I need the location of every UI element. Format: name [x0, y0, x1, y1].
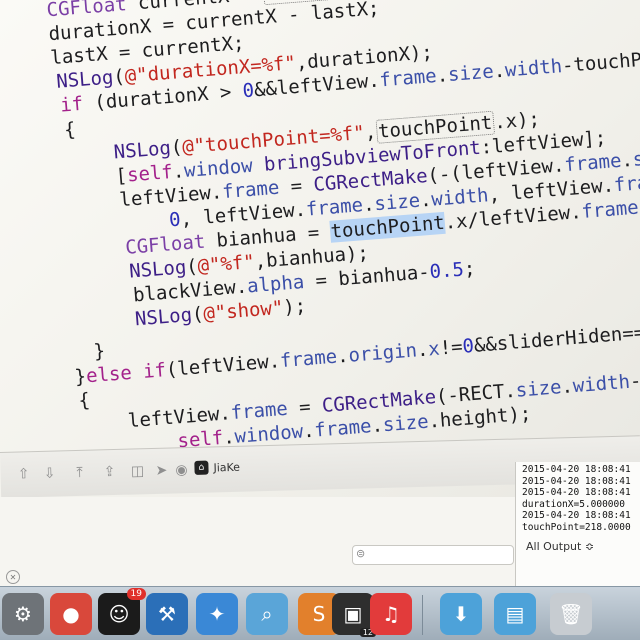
- code-token: width: [572, 370, 631, 398]
- preview-glyph: ⌕: [261, 602, 273, 626]
- code-line[interactable]: }: [47, 340, 106, 366]
- instruments-glyph: ✦: [208, 602, 226, 626]
- sublime-text-glyph: S: [312, 602, 326, 626]
- code-token: width: [430, 184, 490, 211]
- console-line: 2015-04-20 18:08:41: [522, 487, 631, 498]
- code-token: frame: [305, 194, 364, 221]
- step-over-icon[interactable]: ⇩: [40, 465, 58, 482]
- step-out-icon[interactable]: ⇪: [100, 464, 118, 480]
- code-token: width: [504, 55, 563, 82]
- code-token: origin: [347, 339, 418, 367]
- app-icon: ⌂: [194, 460, 209, 475]
- code-token: 0.5: [428, 258, 465, 284]
- console-line: touchPoint=218.0000: [522, 521, 631, 533]
- xcode-glyph: ⚒: [158, 602, 176, 626]
- console-line: 2015-04-20 18:08:41: [522, 475, 631, 487]
- filter-icon: ⊜: [356, 547, 366, 560]
- console-line: 2015-04-20 18:08:41: [522, 510, 631, 521]
- code-token: .x);: [493, 108, 541, 134]
- code-token: &&sliderHiden==: [473, 321, 640, 357]
- code-token: size: [382, 410, 430, 437]
- app-name: JiaKe: [213, 460, 241, 474]
- code-token: }: [51, 365, 87, 391]
- console-line: durationX=5.000000: [522, 498, 625, 510]
- system-preferences-glyph: ⚙: [14, 602, 32, 626]
- view-hierarchy-icon[interactable]: ◫: [128, 463, 146, 479]
- qq-glyph: ☺: [108, 602, 130, 626]
- code-token: @"show": [202, 296, 285, 325]
- code-token: (leftView.: [165, 350, 281, 382]
- code-token: ;: [462, 257, 477, 281]
- code-token: size: [514, 376, 563, 402]
- code-token: =: [286, 395, 323, 420]
- preview-icon[interactable]: ⌕: [246, 593, 288, 635]
- code-token: }: [47, 339, 106, 367]
- code-token: frame: [378, 65, 438, 92]
- downloads-folder-icon[interactable]: ⬇: [440, 593, 482, 635]
- documents-folder-glyph: ▤: [505, 602, 525, 626]
- camera-icon[interactable]: ◉: [172, 462, 190, 478]
- code-token: =: [278, 174, 315, 199]
- notification-badge: 19: [126, 588, 146, 600]
- code-token: );: [282, 294, 307, 319]
- code-token: {: [17, 118, 77, 145]
- code-token: {: [54, 389, 91, 414]
- code-token: if: [13, 92, 84, 121]
- code-token: frame: [313, 415, 373, 442]
- code-line[interactable]: {: [17, 118, 77, 145]
- code-token: frame: [279, 345, 338, 373]
- code-editor[interactable]: CGFloat currentX = touchPoint.x; duratio…: [0, 0, 640, 452]
- itunes-glyph: ♫: [382, 602, 400, 626]
- downloads-folder-glyph: ⬇: [452, 602, 470, 626]
- code-token: frame: [580, 196, 640, 223]
- code-token: size: [373, 189, 421, 216]
- documents-folder-icon[interactable]: ▤: [494, 593, 536, 635]
- code-token: @"%f": [196, 250, 256, 278]
- chrome-glyph: ●: [62, 602, 80, 626]
- itunes-icon[interactable]: ♫: [370, 593, 412, 635]
- instruments-icon[interactable]: ✦: [196, 593, 238, 635]
- code-line[interactable]: {: [55, 389, 91, 414]
- continue-icon[interactable]: ⇧: [14, 466, 32, 482]
- code-token: frame: [229, 397, 289, 425]
- console-line: 2015-04-20 18:08:41: [522, 464, 631, 475]
- xcode-icon[interactable]: ⚒: [146, 593, 188, 635]
- variables-view[interactable]: ⊜: [0, 497, 515, 589]
- dock: ⚙ ● ☺ 19 ⚒ ✦ ⌕ S ▣ 12 ♫ ⬇ ▤ 🗑: [0, 586, 640, 640]
- clear-icon[interactable]: ✕: [6, 570, 20, 584]
- code-token: size: [447, 60, 495, 87]
- code-token: -: [629, 369, 640, 393]
- code-token: alpha: [246, 271, 306, 298]
- code-token: frame: [613, 169, 640, 197]
- chrome-icon[interactable]: ●: [50, 593, 92, 635]
- xcode-window: CGFloat currentX = touchPoint.x; duratio…: [0, 0, 640, 640]
- system-preferences-icon[interactable]: ⚙: [2, 593, 44, 635]
- output-filter-select[interactable]: All Output ≎: [526, 540, 594, 553]
- step-into-icon[interactable]: ⤒: [70, 465, 88, 481]
- trash-glyph: 🗑: [558, 602, 584, 626]
- code-token: else: [85, 361, 133, 388]
- parallels-icon[interactable]: ▣ 12: [332, 593, 376, 637]
- dock-divider: [422, 595, 423, 635]
- code-token: frame: [563, 149, 623, 177]
- code-token: size: [631, 145, 640, 171]
- code-token: window: [183, 154, 254, 183]
- code-token: self: [126, 161, 174, 187]
- code-token: !=: [438, 335, 464, 360]
- console-pane[interactable]: 2015-04-20 18:08:41 2015-04-20 18:08:41 20…: [515, 462, 640, 589]
- code-token: frame: [221, 176, 281, 204]
- trash-icon[interactable]: 🗑: [550, 593, 592, 635]
- parallels-glyph: ▣: [343, 602, 363, 626]
- code-token: -touchPoin: [561, 46, 640, 78]
- filter-field[interactable]: ⊜: [352, 545, 514, 565]
- qq-icon[interactable]: ☺ 19: [98, 588, 146, 635]
- code-token: if: [142, 359, 167, 383]
- app-target[interactable]: ⌂ JiaKe: [194, 460, 240, 475]
- location-icon[interactable]: ➤: [152, 463, 170, 479]
